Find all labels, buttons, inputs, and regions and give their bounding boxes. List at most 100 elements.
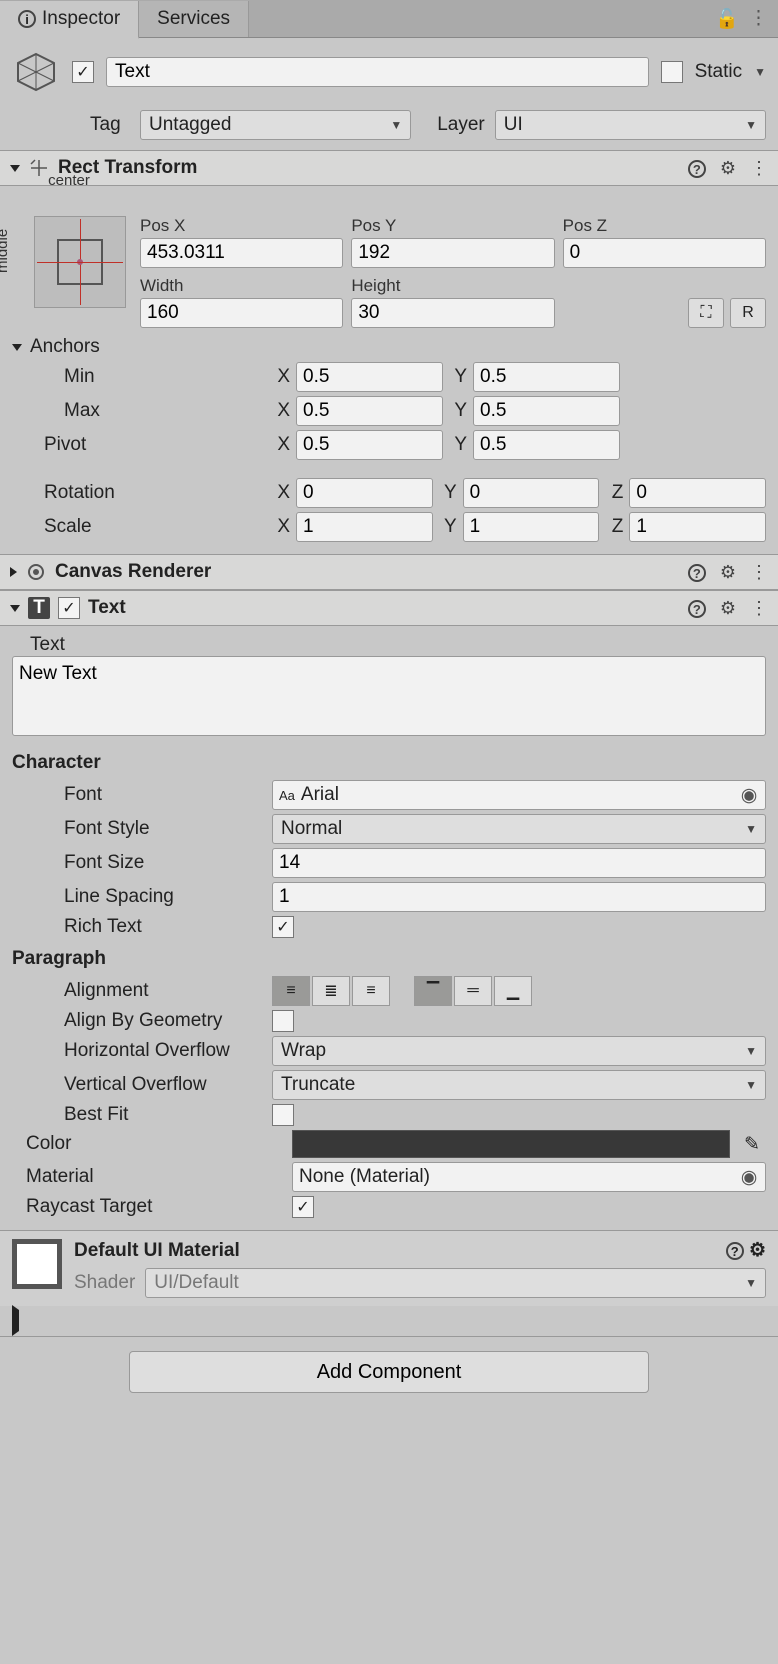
align-center-button[interactable]: ≣ [312,976,350,1006]
tab-menu-icon[interactable]: ⋮ [749,7,768,30]
rot-x-input[interactable] [296,478,433,508]
object-picker-icon[interactable]: ◉ [739,1166,759,1189]
shader-dropdown[interactable]: UI/Default▼ [145,1268,766,1298]
foldout-icon[interactable] [10,605,20,612]
lock-icon[interactable]: 🔓 [715,7,739,31]
text-enabled-checkbox[interactable] [58,597,80,619]
rot-z-input[interactable] [629,478,766,508]
align-top-button[interactable]: ▔ [414,976,452,1006]
width-label: Width [140,276,343,296]
text-component-header: T Text ? ⚙ ⋮ [0,590,778,626]
font-field[interactable]: AaArial◉ [272,780,766,810]
align-middle-button[interactable]: ═ [454,976,492,1006]
align-geometry-label: Align By Geometry [12,1010,264,1032]
color-field[interactable] [292,1130,730,1158]
posz-label: Pos Z [563,216,766,236]
font-style-label: Font Style [12,818,264,840]
help-icon[interactable]: ? [726,1240,744,1260]
tag-dropdown[interactable]: Untagged▼ [140,110,411,140]
anchor-min-x-input[interactable] [296,362,443,392]
foldout-icon[interactable] [10,165,20,172]
tab-inspector[interactable]: i Inspector [0,1,139,39]
tab-bar: i Inspector Services 🔓 ⋮ [0,0,778,38]
font-size-label: Font Size [12,852,264,874]
material-field[interactable]: None (Material)◉ [292,1162,766,1192]
preset-icon[interactable]: ⚙ [720,158,736,179]
material-title: Default UI Material [74,1240,240,1262]
shader-value: UI/Default [154,1272,238,1294]
line-spacing-input[interactable] [272,882,766,912]
raycast-label: Raycast Target [12,1196,284,1218]
h-overflow-value: Wrap [281,1040,326,1062]
font-size-input[interactable] [272,848,766,878]
scale-x-input[interactable] [296,512,433,542]
font-style-dropdown[interactable]: Normal▼ [272,814,766,844]
tag-value: Untagged [149,114,231,136]
tab-services[interactable]: Services [139,1,249,37]
h-overflow-dropdown[interactable]: Wrap▼ [272,1036,766,1066]
anchor-preset-button[interactable] [34,216,126,308]
text-value-input[interactable] [12,656,766,736]
alignment-label: Alignment [12,980,264,1002]
tab-label: Services [157,8,230,30]
anchor-max-y-input[interactable] [473,396,620,426]
gear-icon[interactable]: ⚙ [749,1240,766,1261]
align-left-button[interactable]: ≡ [272,976,310,1006]
pivot-y-input[interactable] [473,430,620,460]
info-icon: i [18,10,36,28]
rot-y-input[interactable] [463,478,600,508]
component-title: Text [88,597,680,619]
material-preview: Default UI Material ? ⚙ Shader UI/Defaul… [0,1230,778,1306]
layer-label: Layer [437,114,485,136]
raw-edit-button[interactable]: R [730,298,766,328]
anchor-left-label: middle [0,194,11,308]
help-icon[interactable]: ? [688,158,706,179]
pivot-x-input[interactable] [296,430,443,460]
tag-label: Tag [90,114,130,136]
help-icon[interactable]: ? [688,598,706,619]
component-menu-icon[interactable]: ⋮ [750,598,768,619]
active-checkbox[interactable] [72,61,94,83]
blueprint-mode-button[interactable]: ⛶ [688,298,724,328]
best-fit-checkbox[interactable] [272,1104,294,1126]
v-overflow-value: Truncate [281,1074,355,1096]
rich-text-checkbox[interactable] [272,916,294,938]
layer-dropdown[interactable]: UI▼ [495,110,766,140]
static-checkbox[interactable] [661,61,683,83]
align-right-button[interactable]: ≡ [352,976,390,1006]
anchors-foldout[interactable]: Anchors [12,336,766,358]
raycast-checkbox[interactable] [292,1196,314,1218]
anchors-label: Anchors [30,336,100,358]
anchor-max-x-input[interactable] [296,396,443,426]
component-menu-icon[interactable]: ⋮ [750,158,768,179]
align-bottom-button[interactable]: ▁ [494,976,532,1006]
scale-label: Scale [12,516,264,538]
posx-input[interactable] [140,238,343,268]
component-title: Rect Transform [58,157,680,179]
canvas-renderer-header: Canvas Renderer ? ⚙ ⋮ [0,554,778,590]
best-fit-label: Best Fit [12,1104,264,1126]
posy-input[interactable] [351,238,554,268]
anchor-min-y-input[interactable] [473,362,620,392]
static-dropdown-icon[interactable]: ▼ [754,65,766,79]
add-component-button[interactable]: Add Component [129,1351,649,1393]
align-geometry-checkbox[interactable] [272,1010,294,1032]
scale-z-input[interactable] [629,512,766,542]
preset-icon[interactable]: ⚙ [720,562,736,583]
posx-label: Pos X [140,216,343,236]
layer-value: UI [504,114,523,136]
material-foldout[interactable] [12,1305,19,1336]
height-input[interactable] [351,298,554,328]
object-picker-icon[interactable]: ◉ [739,784,759,807]
scale-y-input[interactable] [463,512,600,542]
component-menu-icon[interactable]: ⋮ [750,562,768,583]
static-label: Static [695,61,743,83]
preset-icon[interactable]: ⚙ [720,598,736,619]
posz-input[interactable] [563,238,766,268]
foldout-icon[interactable] [10,567,17,577]
gameobject-name-input[interactable] [106,57,649,87]
width-input[interactable] [140,298,343,328]
eyedropper-icon[interactable]: ✎ [738,1130,766,1158]
help-icon[interactable]: ? [688,562,706,583]
v-overflow-dropdown[interactable]: Truncate▼ [272,1070,766,1100]
